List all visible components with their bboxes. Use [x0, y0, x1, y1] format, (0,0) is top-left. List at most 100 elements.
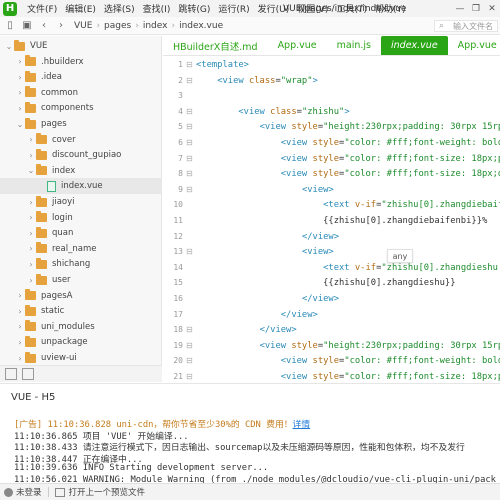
chevron-right-icon[interactable]: › [15, 291, 25, 300]
fold-toggle-icon[interactable]: ⊟ [186, 247, 193, 256]
tree-item-pages[interactable]: ⌄ pages [0, 116, 161, 132]
code-token: class [270, 106, 297, 117]
editor-tab[interactable]: HBuilderX自述.md [163, 36, 268, 55]
chevron-right-icon[interactable]: › [26, 198, 36, 207]
menu-item[interactable]: 编辑(E) [65, 2, 96, 15]
chevron-down-icon[interactable]: ⌄ [4, 42, 14, 51]
fold-toggle-icon[interactable]: ⊟ [186, 356, 193, 365]
folder-icon [36, 164, 47, 176]
fold-toggle-icon[interactable]: ⊟ [186, 325, 193, 334]
breadcrumb-item[interactable]: pages [104, 21, 131, 31]
chevron-right-icon[interactable]: › [15, 88, 25, 97]
code-line: <view class="zhishu"> [196, 106, 349, 117]
chevron-right-icon[interactable]: › [26, 276, 36, 285]
chevron-down-icon[interactable]: ⌄ [26, 166, 36, 175]
breadcrumb-item[interactable]: VUE [74, 21, 92, 31]
login-status[interactable]: 未登录 [4, 486, 42, 498]
breadcrumb-item[interactable]: index.vue [179, 21, 223, 31]
chevron-right-icon[interactable]: › [15, 338, 25, 347]
forward-icon[interactable]: › [54, 19, 68, 33]
tree-item-pagesa[interactable]: › pagesA [0, 288, 161, 304]
tree-item-real-name[interactable]: › real_name [0, 241, 161, 257]
code-editor[interactable]: 1 ⊟ <template> 2 ⊟ <view class="wrap"> 3 4 ⊟ <v… [163, 57, 500, 383]
editor-tab[interactable]: index.vue [381, 36, 448, 55]
tree-item-quan[interactable]: › quan [0, 225, 161, 241]
chevron-right-icon[interactable]: › [26, 213, 36, 222]
tree-item-hbuilderx[interactable]: › .hbuilderx [0, 54, 161, 70]
open-last-preview-link[interactable]: 打开上一个预览文件 [69, 486, 146, 498]
tree-item-vue[interactable]: ⌄ VUE [0, 38, 161, 54]
save-icon[interactable]: ▣ [20, 19, 34, 33]
fold-toggle-icon[interactable]: ⊟ [186, 122, 193, 131]
chevron-right-icon[interactable]: › [26, 260, 36, 269]
fold-toggle-icon[interactable]: ⊟ [186, 60, 193, 69]
close-icon[interactable]: ✕ [484, 0, 500, 17]
tree-item-idea[interactable]: › .idea [0, 69, 161, 85]
console-title[interactable]: VUE - H5 [11, 392, 55, 403]
back-icon[interactable]: ‹ [37, 19, 51, 33]
tree-item-index-vue[interactable]: index.vue [0, 178, 161, 195]
code-token: style [291, 340, 318, 351]
new-file-icon[interactable]: ▯ [3, 19, 17, 33]
editor-tab[interactable]: App.vue [268, 36, 327, 55]
chevron-right-icon[interactable]: › [15, 73, 25, 82]
code-token: <view [217, 75, 249, 86]
editor-tab[interactable]: App.vue [448, 36, 500, 55]
code-token: <view [280, 153, 313, 164]
tree-item-label: components [41, 103, 94, 114]
chevron-right-icon[interactable]: › [15, 57, 25, 66]
fold-toggle-icon[interactable]: ⊟ [186, 169, 193, 178]
code-token: style [312, 372, 340, 382]
file-search-input[interactable]: ⌕ 输入文件名 [434, 20, 498, 32]
menu-item[interactable]: 文件(F) [27, 2, 57, 15]
tree-item-components[interactable]: › components [0, 100, 161, 116]
editor-tab[interactable]: main.js [327, 36, 381, 55]
maximize-icon[interactable]: ❐ [468, 0, 484, 17]
tree-item-jiaoyi[interactable]: › jiaoyi [0, 194, 161, 210]
details-link[interactable]: 详情 [293, 420, 311, 430]
fold-toggle-icon[interactable]: ⊟ [186, 107, 193, 116]
chevron-right-icon[interactable]: › [15, 322, 25, 331]
tree-item-label: quan [52, 228, 74, 239]
tree-item-static[interactable]: › static [0, 303, 161, 319]
tree-item-index[interactable]: ⌄ index [0, 163, 161, 179]
tree-item-login[interactable]: › login [0, 210, 161, 226]
tree-item-cover[interactable]: › cover [0, 132, 161, 148]
code-token: "color: #fff;font-size: 18px;p [344, 153, 500, 164]
tree-item-unpackage[interactable]: › unpackage [0, 334, 161, 350]
chevron-right-icon[interactable]: › [26, 135, 36, 144]
tree-item-uni-modules[interactable]: › uni_modules [0, 319, 161, 335]
chevron-right-icon[interactable]: › [15, 354, 25, 363]
menu-item[interactable]: 跳转(G) [178, 2, 210, 15]
fold-toggle-icon[interactable]: ⊟ [186, 372, 193, 381]
breadcrumb-separator: › [135, 20, 139, 31]
fold-toggle-icon[interactable]: ⊟ [186, 76, 193, 85]
tree-item-uview-ui[interactable]: › uview-ui [0, 350, 161, 366]
menu-item[interactable]: 选择(S) [104, 2, 135, 15]
chevron-right-icon[interactable]: › [26, 244, 36, 253]
fold-toggle-icon[interactable]: ⊟ [186, 341, 193, 350]
menu-item[interactable]: 查找(I) [143, 2, 171, 15]
line-number: 16 [173, 294, 183, 303]
fold-toggle-icon[interactable]: ⊟ [186, 154, 193, 163]
code-token: "wrap" [280, 75, 313, 86]
fold-toggle-icon[interactable]: ⊟ [186, 138, 193, 147]
chevron-right-icon[interactable]: › [15, 307, 25, 316]
menu-item[interactable]: 运行(R) [218, 2, 249, 15]
minimize-icon[interactable]: — [452, 0, 468, 17]
chevron-right-icon[interactable]: › [15, 104, 25, 113]
tree-item-shichang[interactable]: › shichang [0, 256, 161, 272]
divider [47, 487, 49, 497]
collapse-icon[interactable] [22, 368, 34, 380]
project-manager-icon[interactable] [5, 368, 17, 380]
code-token: style [312, 356, 340, 367]
chevron-down-icon[interactable]: ⌄ [15, 120, 25, 129]
breadcrumb-item[interactable]: index [143, 21, 168, 31]
fold-toggle-icon[interactable]: ⊟ [186, 185, 193, 194]
chevron-right-icon[interactable]: › [26, 229, 36, 238]
chevron-right-icon[interactable]: › [26, 151, 36, 160]
tree-item-discount-gupiao[interactable]: › discount_gupiao [0, 147, 161, 163]
tree-item-user[interactable]: › user [0, 272, 161, 288]
tree-item-common[interactable]: › common [0, 85, 161, 101]
